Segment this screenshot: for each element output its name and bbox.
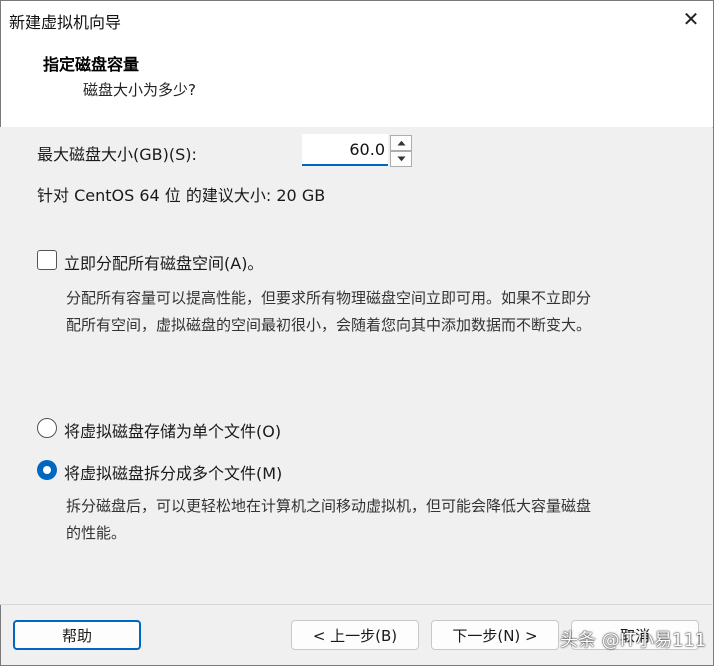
recommended-size-value: : 20 GB	[265, 186, 326, 205]
triangle-up-icon	[397, 140, 405, 146]
next-button[interactable]: 下一步(N) >	[431, 620, 559, 650]
multi-file-description-line: 拆分磁盘后，可以更轻松地在计算机之间移动虚拟机，但可能会降低大容量磁盘	[66, 497, 592, 515]
single-file-label[interactable]: 将虚拟磁盘存储为单个文件(O)	[64, 418, 281, 442]
multi-file-description-line: 的性能。	[66, 524, 127, 542]
page-title: 指定磁盘容量	[43, 55, 140, 74]
radio-dot	[43, 466, 51, 474]
allocate-description-line: 配所有空间，虚拟磁盘的空间最初很小，会随着您向其中添加数据而不断变大。	[66, 316, 592, 334]
close-button[interactable]: ✕	[669, 1, 713, 37]
recommended-size: 针对 CentOS 64 位 的建议大小: 20 GB	[37, 182, 325, 206]
spin-down-button[interactable]	[390, 151, 412, 167]
multi-file-description: 拆分磁盘后，可以更轻松地在计算机之间移动虚拟机，但可能会降低大容量磁盘 的性能。	[66, 493, 591, 547]
single-file-radio[interactable]	[37, 418, 57, 438]
allocate-now-checkbox[interactable]	[37, 250, 57, 270]
spin-up-button[interactable]	[390, 135, 412, 151]
allocate-description: 分配所有容量可以提高性能，但要求所有物理磁盘空间立即可用。如果不立即分 配所有空…	[66, 285, 591, 339]
footer-divider	[0, 604, 712, 605]
watermark: 头条 @IT小易111	[560, 630, 707, 651]
close-icon: ✕	[682, 7, 700, 31]
disk-size-input[interactable]	[302, 134, 388, 166]
triangle-down-icon	[397, 156, 405, 162]
allocate-description-line: 分配所有容量可以提高性能，但要求所有物理磁盘空间立即可用。如果不立即分	[66, 289, 592, 307]
multi-file-label[interactable]: 将虚拟磁盘拆分成多个文件(M)	[64, 460, 282, 484]
window-title: 新建虚拟机向导	[9, 13, 122, 32]
help-button[interactable]: 帮助	[13, 620, 141, 650]
title-bar: 新建虚拟机向导 ✕	[1, 1, 713, 37]
disk-size-spinner[interactable]	[302, 134, 412, 168]
multi-file-radio[interactable]	[37, 460, 57, 480]
disk-size-label: 最大磁盘大小(GB)(S):	[37, 145, 197, 164]
wizard-header: 指定磁盘容量 磁盘大小为多少?	[1, 37, 713, 128]
recommended-size-prefix: 针对 CentOS 64 位 的建议大小	[37, 186, 266, 205]
page-subtitle: 磁盘大小为多少?	[83, 81, 196, 99]
back-button[interactable]: < 上一步(B)	[291, 620, 419, 650]
allocate-now-label[interactable]: 立即分配所有磁盘空间(A)。	[64, 250, 263, 274]
